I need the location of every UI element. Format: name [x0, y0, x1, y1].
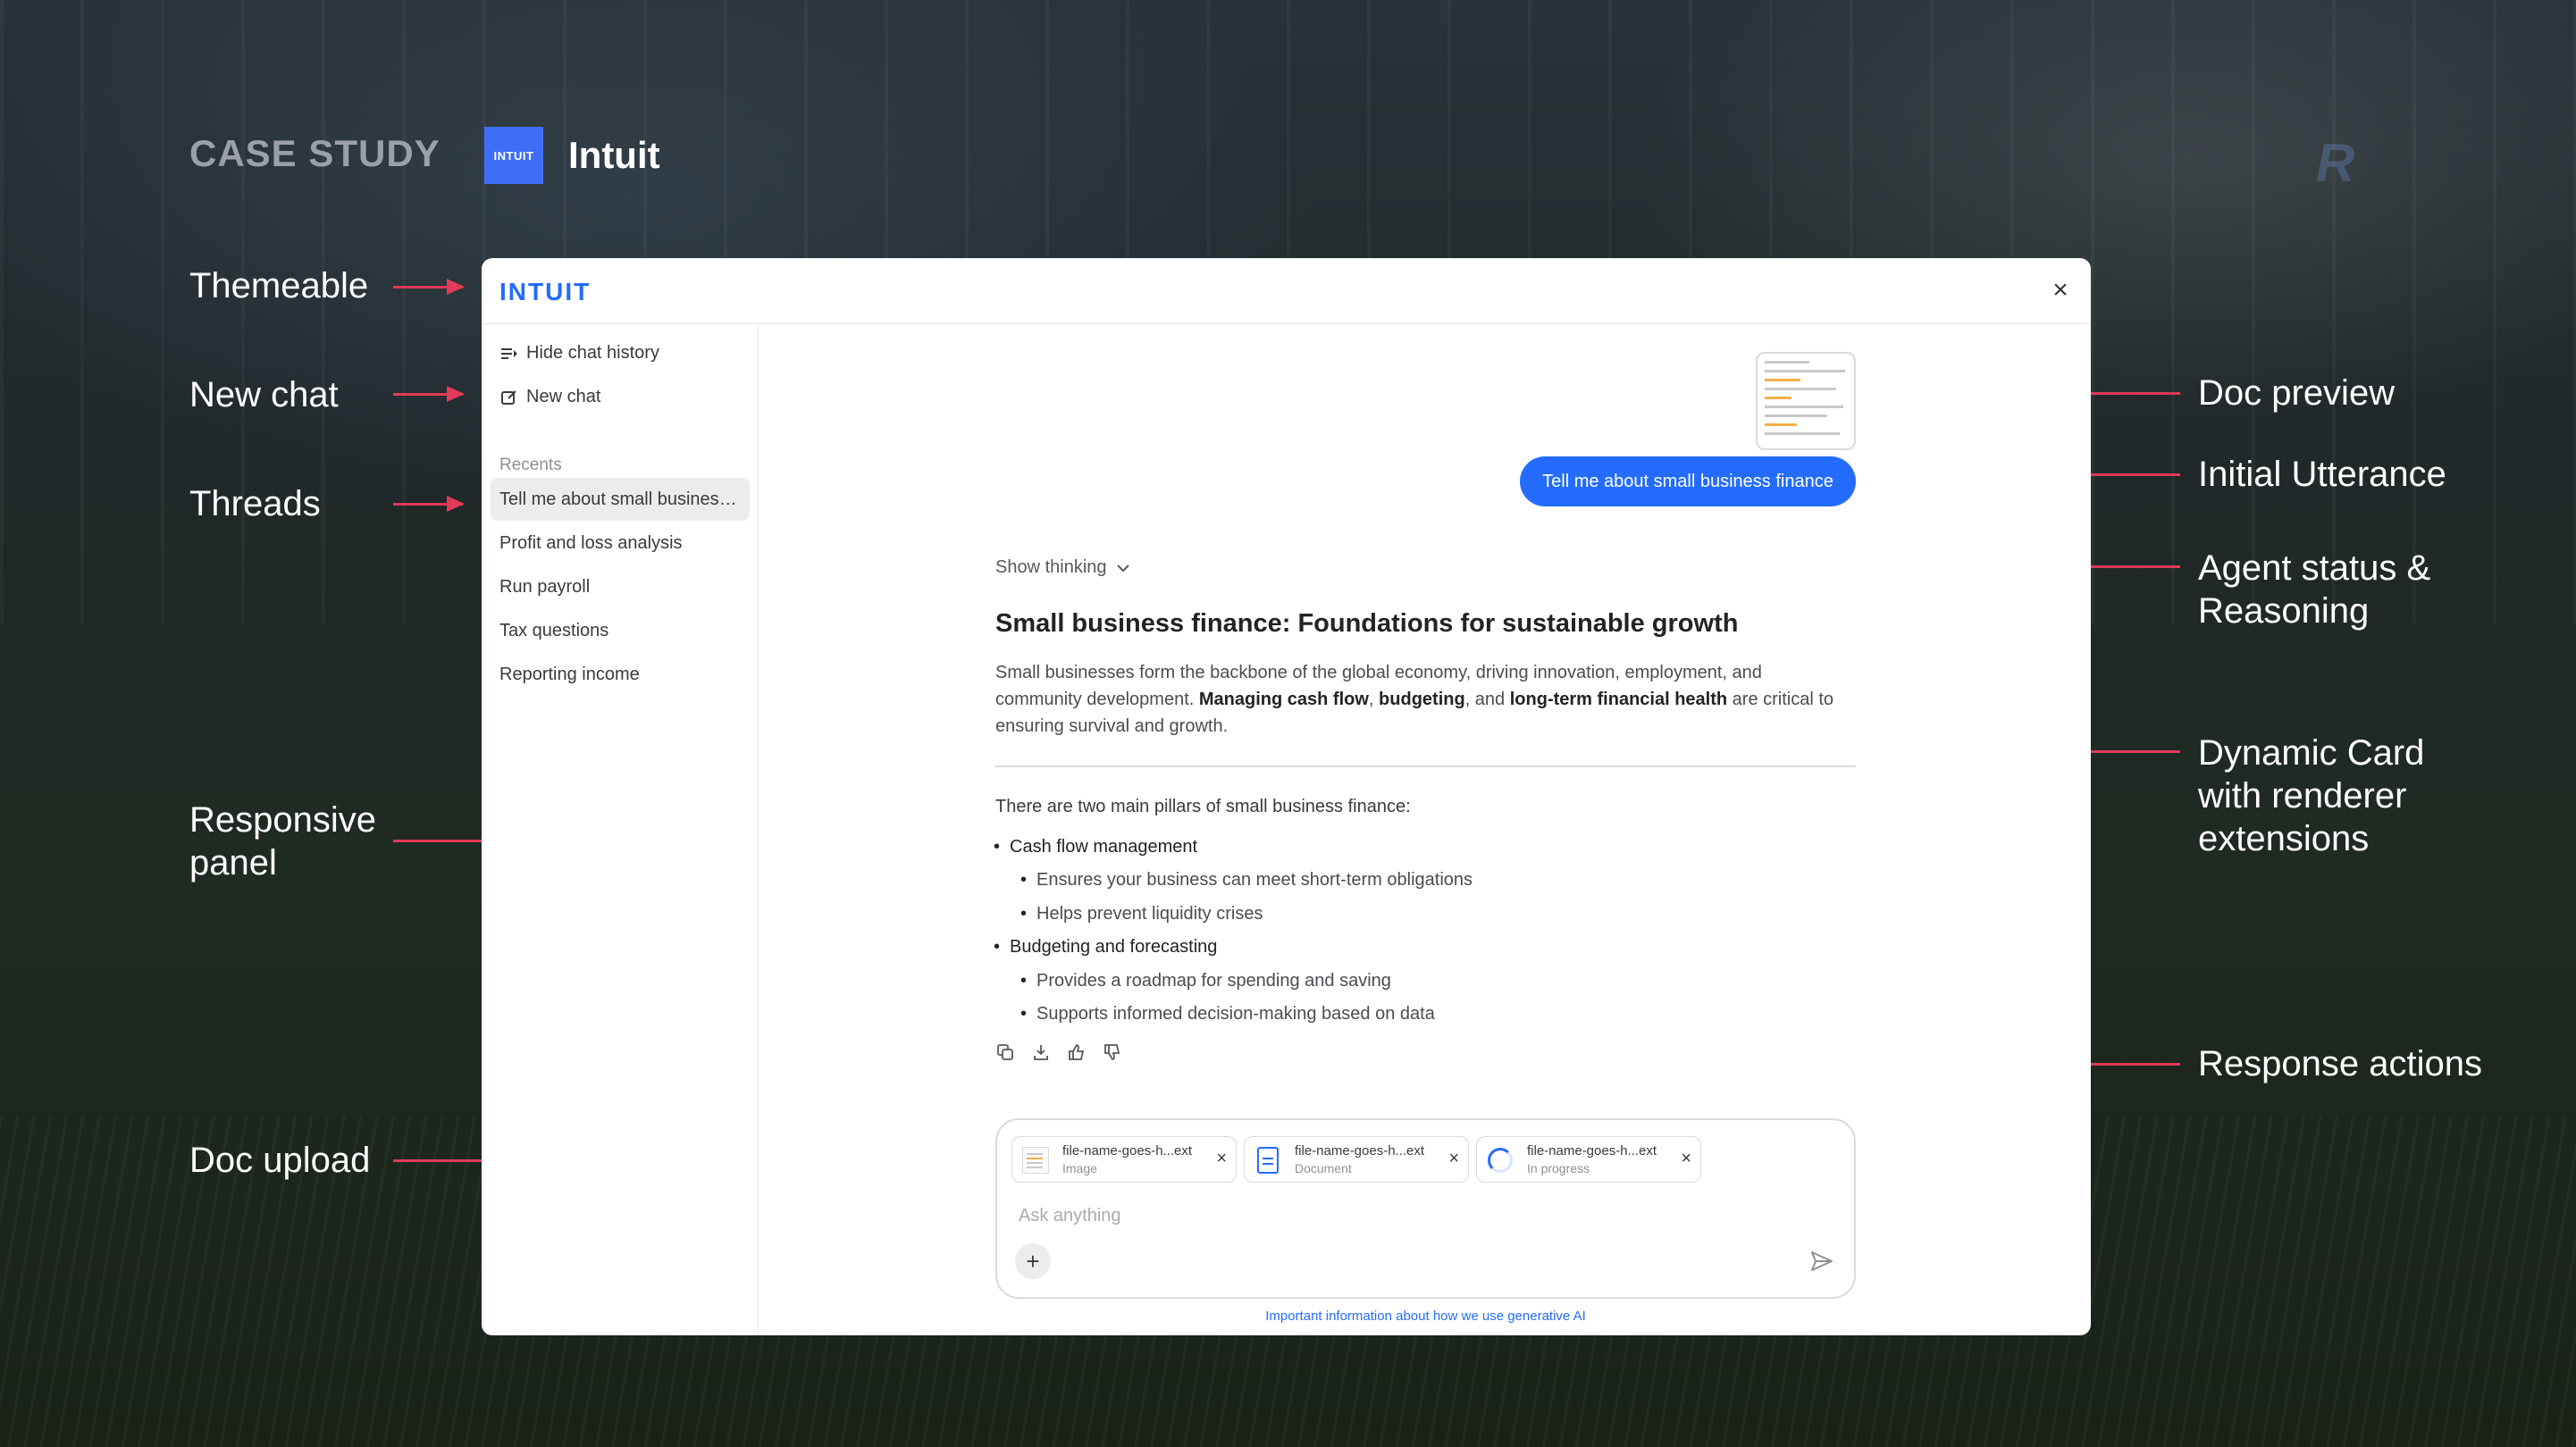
remove-attachment-icon[interactable]: ×: [1216, 1149, 1227, 1169]
remove-attachment-icon[interactable]: ×: [1681, 1149, 1691, 1169]
history-toggle-icon: [499, 344, 519, 364]
corner-logo-icon: R: [2316, 133, 2355, 193]
send-icon[interactable]: [1806, 1245, 1838, 1277]
bullet-item: Cash flow management: [994, 837, 1197, 857]
chevron-down-icon: [1116, 557, 1130, 578]
annotation-response-actions: Response actions: [2198, 1044, 2482, 1083]
ask-input[interactable]: Ask anything: [1019, 1206, 1121, 1226]
arrow-threads: [393, 496, 465, 512]
chat-window: INTUIT × Hide chat history New chat Rece…: [482, 258, 2091, 1335]
brand-name: Intuit: [568, 134, 660, 176]
new-chat-label: New chat: [526, 387, 601, 406]
annotation-responsive-panel: Responsive panel: [189, 799, 376, 884]
para-text: , and: [1464, 690, 1506, 709]
show-thinking-label: Show thinking: [995, 557, 1107, 577]
annotation-doc-preview: Doc preview: [2198, 373, 2396, 413]
chat-composer: file-name-goes-h...ext Image × file-name…: [995, 1118, 1856, 1299]
arrow-themeable: [393, 279, 465, 295]
add-attachment-button[interactable]: +: [1015, 1243, 1051, 1279]
case-study-label: CASE STUDY: [189, 132, 441, 174]
annotation-line: Dynamic Card: [2198, 733, 2425, 773]
attachment-name: file-name-goes-h...ext: [1527, 1143, 1657, 1158]
para-text: ,: [1368, 690, 1374, 709]
doc-preview-thumbnail[interactable]: [1756, 352, 1856, 450]
window-header: INTUIT ×: [482, 258, 2091, 324]
image-thumbnail-icon: [1021, 1146, 1050, 1175]
thread-label: Reporting income: [499, 664, 640, 684]
generative-ai-disclaimer-link[interactable]: Important information about how we use g…: [995, 1309, 1856, 1324]
attachment-name: file-name-goes-h...ext: [1295, 1143, 1425, 1158]
annotation-line: with renderer: [2198, 776, 2407, 816]
thumbs-down-icon[interactable]: [1103, 1042, 1122, 1062]
thread-item[interactable]: Reporting income: [491, 653, 750, 696]
para-bold: long-term financial health: [1509, 690, 1728, 709]
intuit-logo-tile: INTUIT: [484, 127, 543, 184]
bullet-item: Budgeting and forecasting: [994, 937, 1217, 958]
thread-item[interactable]: Tell me about small business finance: [491, 478, 750, 521]
thread-label: Tax questions: [499, 620, 609, 640]
attachment-name: file-name-goes-h...ext: [1062, 1143, 1193, 1158]
section-divider: [995, 765, 1856, 767]
annotation-new-chat: New chat: [189, 375, 339, 414]
sub-bullet-item: Ensures your business can meet short-ter…: [1020, 870, 1473, 891]
arrow-new-chat: [393, 386, 465, 402]
compose-icon: [499, 388, 519, 407]
thread-label: Profit and loss analysis: [499, 532, 683, 553]
attachment-type: Image: [1062, 1161, 1097, 1175]
sub-bullet-item: Helps prevent liquidity crises: [1020, 904, 1263, 924]
response-paragraph: Small businesses form the backbone of th…: [995, 659, 1853, 740]
thread-item[interactable]: Run payroll: [491, 565, 750, 608]
thread-item[interactable]: Profit and loss analysis: [491, 522, 750, 565]
sub-bullet-item: Provides a roadmap for spending and savi…: [1020, 971, 1391, 991]
response-actions: [995, 1042, 1122, 1062]
attachment-chip[interactable]: file-name-goes-h...ext In progress ×: [1476, 1136, 1701, 1183]
document-icon: [1254, 1146, 1282, 1175]
chat-history-sidebar: Hide chat history New chat Recents Tell …: [482, 325, 759, 1335]
user-utterance-bubble: Tell me about small business finance: [1520, 456, 1856, 506]
annotation-dynamic-card: Dynamic Card with renderer extensions: [2198, 732, 2424, 860]
thread-label: Run payroll: [499, 576, 591, 597]
response-title: Small business finance: Foundations for …: [995, 609, 1739, 638]
annotation-threads: Threads: [189, 484, 321, 523]
recents-label: Recents: [499, 456, 562, 474]
chat-main-panel: Tell me about small business finance Sho…: [759, 325, 2091, 1335]
attachment-chip[interactable]: file-name-goes-h...ext Document ×: [1244, 1136, 1469, 1183]
annotation-line: Reasoning: [2198, 591, 2370, 631]
annotation-line: panel: [189, 843, 277, 882]
progress-spinner-icon: [1486, 1146, 1515, 1175]
attachment-type: Document: [1295, 1161, 1352, 1175]
annotation-initial-utterance: Initial Utterance: [2198, 455, 2446, 494]
new-chat-button[interactable]: New chat: [499, 387, 600, 407]
thread-label: Tell me about small business finance: [499, 489, 741, 509]
annotation-agent-status: Agent status & Reasoning: [2198, 547, 2430, 632]
thread-item[interactable]: Tax questions: [491, 609, 750, 652]
copy-icon[interactable]: [995, 1042, 1015, 1062]
close-button[interactable]: ×: [2044, 274, 2077, 306]
annotation-line: Responsive: [189, 800, 377, 840]
thumbs-up-icon[interactable]: [1067, 1042, 1087, 1062]
hide-chat-history-button[interactable]: Hide chat history: [499, 343, 659, 364]
remove-attachment-icon[interactable]: ×: [1448, 1149, 1459, 1169]
para-bold: Managing cash flow: [1198, 690, 1369, 709]
para-bold: budgeting: [1379, 690, 1465, 709]
intuit-logo: INTUIT: [499, 278, 592, 305]
annotation-line: extensions: [2198, 819, 2370, 858]
annotation-doc-upload: Doc upload: [189, 1141, 371, 1180]
attachment-type: In progress: [1527, 1161, 1590, 1175]
attachment-chip[interactable]: file-name-goes-h...ext Image ×: [1011, 1136, 1237, 1183]
show-thinking-toggle[interactable]: Show thinking: [995, 557, 1130, 578]
download-icon[interactable]: [1031, 1042, 1051, 1062]
sub-bullet-item: Supports informed decision-making based …: [1020, 1004, 1435, 1025]
annotation-line: Agent status &: [2198, 548, 2431, 588]
annotation-themeable: Themeable: [189, 266, 369, 305]
hide-chat-history-label: Hide chat history: [526, 343, 659, 363]
pillars-intro: There are two main pillars of small busi…: [995, 797, 1411, 816]
